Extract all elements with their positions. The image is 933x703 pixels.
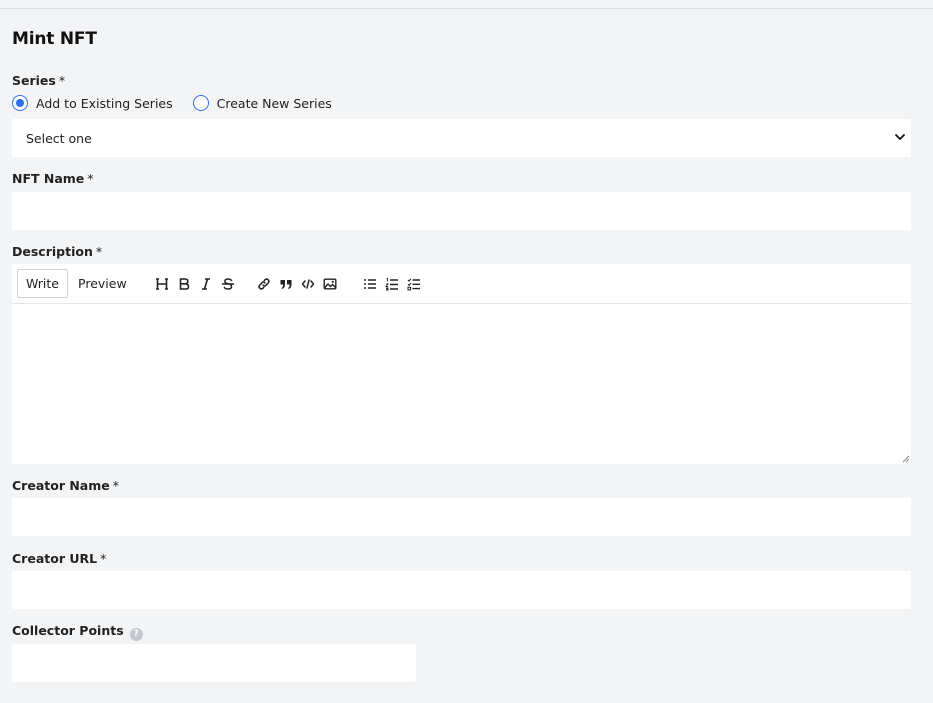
series-radio-group: Add to Existing Series Create New Series (12, 94, 352, 112)
nft-name-input[interactable] (12, 192, 911, 230)
page-title: Mint NFT (12, 29, 97, 49)
required-marker: * (95, 244, 103, 259)
editor-toolbar: Write Preview (12, 264, 911, 304)
series-label-text: Series (12, 73, 56, 88)
bulleted-list-icon[interactable] (359, 273, 381, 295)
description-textarea[interactable] (12, 305, 911, 464)
creator-url-input[interactable] (12, 571, 911, 609)
quote-icon[interactable] (275, 273, 297, 295)
description-label-text: Description (12, 244, 93, 259)
series-select-value: Select one (26, 130, 92, 146)
code-icon[interactable] (297, 273, 319, 295)
bold-icon[interactable] (173, 273, 195, 295)
collector-points-label: Collector Points? (12, 623, 143, 641)
heading-icon[interactable] (151, 273, 173, 295)
radio-label-create-new: Create New Series (216, 95, 332, 111)
radio-create-new-series[interactable]: Create New Series (192, 95, 332, 111)
description-label: Description * (12, 244, 102, 259)
required-marker: * (58, 73, 66, 88)
italic-icon[interactable] (195, 273, 217, 295)
tab-preview[interactable]: Preview (70, 269, 135, 298)
tab-write[interactable]: Write (17, 269, 69, 298)
creator-name-input[interactable] (12, 498, 911, 536)
radio-unchecked-icon[interactable] (192, 95, 209, 111)
link-icon[interactable] (253, 273, 275, 295)
question-circle-icon[interactable]: ? (129, 628, 143, 641)
collector-points-label-text: Collector Points (12, 623, 124, 638)
strikethrough-icon[interactable] (217, 273, 239, 295)
creator-url-label-text: Creator URL (12, 551, 98, 566)
required-marker: * (87, 171, 94, 186)
numbered-list-icon[interactable] (381, 273, 403, 295)
required-marker: * (100, 551, 107, 566)
radio-checked-icon[interactable] (12, 95, 28, 111)
image-icon[interactable] (319, 273, 341, 295)
top-divider (0, 8, 933, 9)
creator-name-label-text: Creator Name (12, 478, 110, 493)
resize-handle-icon[interactable] (901, 454, 910, 463)
series-select[interactable]: Select one (12, 119, 911, 157)
required-marker: * (112, 478, 119, 493)
radio-add-existing-series[interactable]: Add to Existing Series (12, 95, 173, 111)
nft-name-label: NFT Name * (12, 171, 94, 186)
creator-url-label: Creator URL * (12, 551, 106, 566)
creator-name-label: Creator Name * (12, 478, 119, 493)
chevron-down-icon (895, 134, 905, 140)
series-label: Series * (12, 73, 65, 88)
nft-name-label-text: NFT Name (12, 171, 85, 186)
description-editor: Write Preview (12, 264, 911, 464)
radio-label-add-existing: Add to Existing Series (36, 95, 173, 111)
collector-points-input[interactable] (12, 644, 416, 682)
checklist-icon[interactable] (403, 273, 425, 295)
